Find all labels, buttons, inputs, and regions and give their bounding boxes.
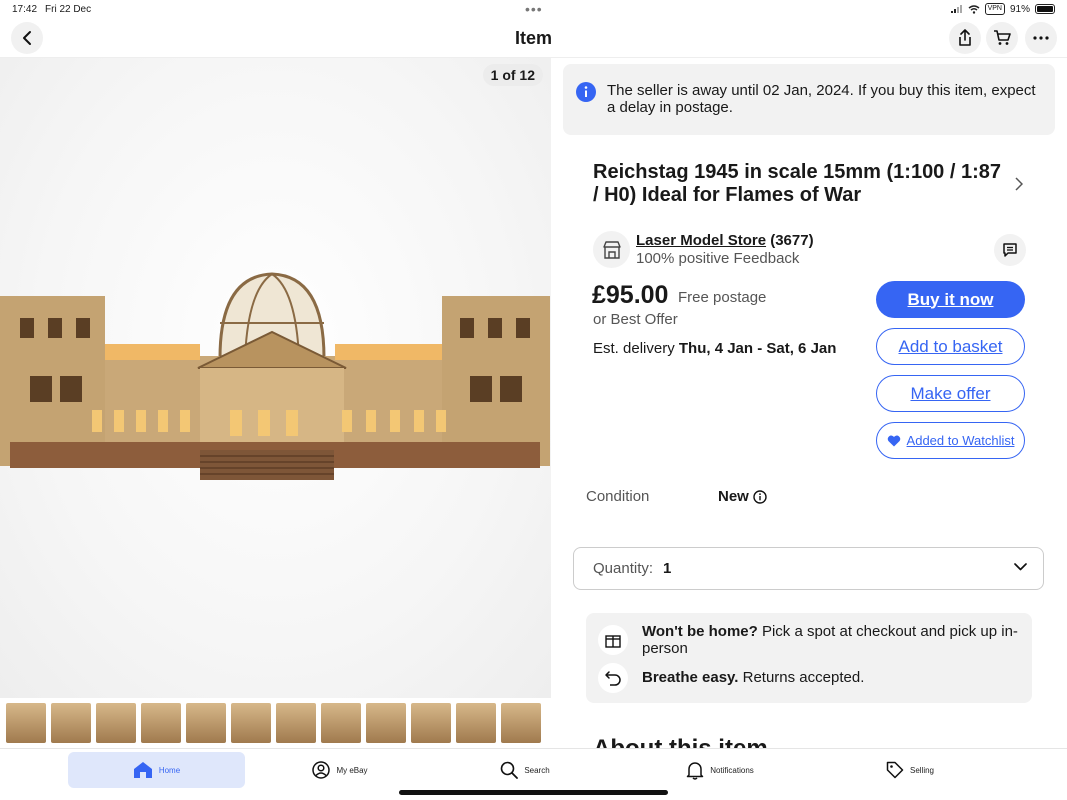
page-title: Item xyxy=(514,28,552,48)
image-gallery[interactable]: 1 of 12 xyxy=(0,58,551,698)
add-to-basket-button[interactable]: Add to basket xyxy=(876,328,1025,365)
tab-search[interactable]: Search xyxy=(470,752,580,788)
product-image[interactable] xyxy=(0,58,551,698)
gift-box-icon xyxy=(598,625,628,655)
tab-notifications-label: Notifications xyxy=(710,765,754,775)
item-page: 17:42 Fri 22 Dec ••• VPN 91% Item 1 of 1… xyxy=(0,0,1067,800)
home-icon xyxy=(133,762,152,778)
item-title[interactable]: Reichstag 1945 in scale 15mm (1:100 / 1:… xyxy=(593,161,1003,207)
tab-selling-label: Selling xyxy=(909,765,934,775)
gallery-thumbnail[interactable] xyxy=(276,703,316,743)
watchlist-label: Added to Watchlist xyxy=(906,433,1015,448)
seller-name[interactable]: Laser Model Store xyxy=(636,232,766,249)
search-icon xyxy=(501,761,519,779)
share-icon xyxy=(959,29,971,46)
tab-home-label: Home xyxy=(158,765,181,775)
cart-icon xyxy=(994,30,1011,45)
status-right: VPN 91% xyxy=(950,3,1055,15)
pickup-perk: Won't be home? Pick a spot at checkout a… xyxy=(642,623,1022,657)
return-arrow-icon xyxy=(598,663,628,693)
gallery-thumbnail[interactable] xyxy=(51,703,91,743)
home-indicator[interactable] xyxy=(399,790,668,795)
cart-button[interactable] xyxy=(986,22,1018,54)
delivery-estimate: Est. delivery Thu, 4 Jan - Sat, 6 Jan xyxy=(593,340,836,357)
more-icon xyxy=(1033,36,1049,40)
notice-text: The seller is away until 02 Jan, 2024. I… xyxy=(607,82,1036,116)
tag-icon xyxy=(886,761,904,779)
store-icon xyxy=(602,240,621,259)
tab-my-ebay[interactable]: My eBay xyxy=(280,752,400,788)
gallery-thumbnail[interactable] xyxy=(96,703,136,743)
gallery-thumbnail[interactable] xyxy=(141,703,181,743)
best-offer-text: or Best Offer xyxy=(593,311,678,328)
heart-icon xyxy=(887,435,900,446)
quantity-select[interactable]: Quantity: 1 xyxy=(573,547,1044,590)
item-price: £95.00 xyxy=(592,281,669,309)
multitask-dots-icon[interactable]: ••• xyxy=(525,1,543,17)
vpn-badge: VPN xyxy=(984,3,1005,15)
account-icon xyxy=(312,761,331,779)
status-time: 17:42 xyxy=(12,4,38,15)
seller-feedback-count: (3677) xyxy=(770,232,814,249)
perks-panel: Won't be home? Pick a spot at checkout a… xyxy=(586,613,1032,703)
battery-icon xyxy=(1035,4,1055,14)
gallery-thumbnail[interactable] xyxy=(6,703,46,743)
seller-away-notice: The seller is away until 02 Jan, 2024. I… xyxy=(563,64,1055,135)
tab-search-label: Search xyxy=(524,765,550,775)
quantity-value: 1 xyxy=(663,560,672,577)
message-icon xyxy=(1003,243,1017,257)
delivery-dates: Thu, 4 Jan - Sat, 6 Jan xyxy=(678,340,837,357)
chevron-right-icon[interactable] xyxy=(1015,177,1023,191)
watchlist-button[interactable]: Added to Watchlist xyxy=(876,422,1025,459)
tab-selling[interactable]: Selling xyxy=(860,752,960,788)
bell-icon xyxy=(686,761,704,780)
delivery-label: Est. delivery xyxy=(593,340,675,357)
quantity-label: Quantity: xyxy=(593,560,654,577)
gallery-thumbnail[interactable] xyxy=(186,703,226,743)
thumbnail-strip[interactable] xyxy=(0,698,551,748)
gallery-thumbnail[interactable] xyxy=(501,703,541,743)
store-avatar[interactable] xyxy=(593,231,630,268)
make-offer-button[interactable]: Make offer xyxy=(876,375,1025,412)
condition-label: Condition xyxy=(586,488,650,505)
gallery-thumbnail[interactable] xyxy=(321,703,361,743)
nav-header: Item xyxy=(0,20,1067,58)
returns-perk: Breathe easy. Returns accepted. xyxy=(642,669,1022,686)
more-button[interactable] xyxy=(1025,22,1057,54)
postage-text: Free postage xyxy=(678,289,767,306)
signal-icon xyxy=(950,5,962,13)
gallery-thumbnail[interactable] xyxy=(366,703,406,743)
gallery-thumbnail[interactable] xyxy=(231,703,271,743)
buy-now-button[interactable]: Buy it now xyxy=(876,281,1025,318)
battery-percent: 91% xyxy=(1009,3,1030,15)
info-outline-icon[interactable] xyxy=(753,490,767,504)
message-seller-button[interactable] xyxy=(994,234,1026,266)
about-heading: About this item xyxy=(593,735,768,749)
condition-value: New xyxy=(718,488,749,505)
seller-info[interactable]: Laser Model Store (3677) xyxy=(636,232,814,249)
chevron-down-icon xyxy=(1014,563,1027,571)
tab-home[interactable]: Home xyxy=(68,752,245,788)
info-icon xyxy=(576,82,596,102)
returns-perk-text: Returns accepted. xyxy=(738,669,865,686)
wifi-icon xyxy=(968,4,980,14)
returns-perk-bold: Breathe easy. xyxy=(642,669,739,686)
tab-notifications[interactable]: Notifications xyxy=(660,752,780,788)
pickup-perk-bold: Won't be home? xyxy=(642,623,758,640)
share-button[interactable] xyxy=(949,22,981,54)
seller-feedback: 100% positive Feedback xyxy=(636,250,800,267)
status-bar: 17:42 Fri 22 Dec ••• VPN 91% xyxy=(0,0,1067,20)
gallery-thumbnail[interactable] xyxy=(456,703,496,743)
gallery-thumbnail[interactable] xyxy=(411,703,451,743)
status-date: Fri 22 Dec xyxy=(45,4,92,15)
tab-my-ebay-label: My eBay xyxy=(336,765,368,775)
